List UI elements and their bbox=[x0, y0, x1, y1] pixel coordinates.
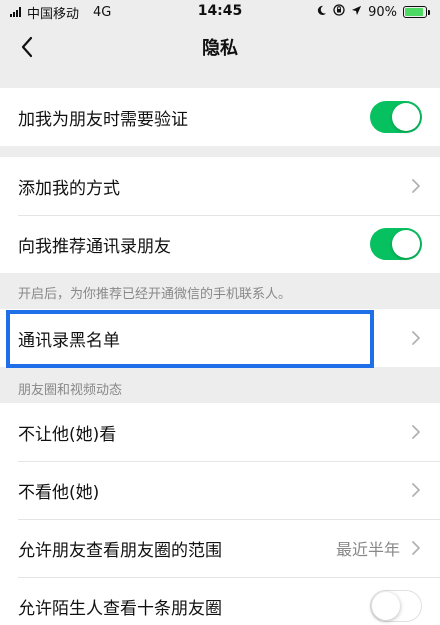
hide-my-posts-label: 不让他(她)看 bbox=[18, 424, 117, 445]
location-icon bbox=[351, 5, 362, 20]
recommend-row: 向我推荐通讯录朋友 bbox=[0, 215, 440, 273]
moments-section-title: 朋友圈和视频动态 bbox=[18, 383, 123, 398]
chevron-left-icon bbox=[21, 36, 33, 58]
signal-icon bbox=[10, 7, 21, 17]
hide-their-posts-row[interactable]: 不看他(她) bbox=[0, 461, 440, 519]
carrier-name: 中国移动 bbox=[27, 6, 80, 22]
chevron-right-icon bbox=[412, 483, 420, 497]
blacklist-row[interactable]: 通讯录黑名单 bbox=[0, 309, 440, 367]
blacklist-label: 通讯录黑名单 bbox=[18, 330, 120, 351]
battery-icon bbox=[403, 6, 430, 18]
chevron-right-icon bbox=[412, 179, 420, 193]
hide-my-posts-row[interactable]: 不让他(她)看 bbox=[0, 403, 440, 461]
stranger-view-label: 允许陌生人查看十条朋友圈 bbox=[18, 598, 222, 619]
rotation-lock-icon bbox=[333, 4, 345, 20]
moments-range-value: 最近半年 bbox=[335, 540, 400, 559]
back-button[interactable] bbox=[12, 32, 42, 62]
navigation-bar: 隐私 bbox=[0, 24, 440, 70]
moon-icon bbox=[316, 5, 327, 20]
verify-label: 加我为朋友时需要验证 bbox=[18, 109, 188, 130]
chevron-right-icon bbox=[412, 331, 420, 345]
chevron-right-icon bbox=[412, 425, 420, 439]
moments-range-label: 允许朋友查看朋友圈的范围 bbox=[18, 540, 222, 561]
hide-their-posts-label: 不看他(她) bbox=[18, 482, 100, 503]
verify-group: 加我为朋友时需要验证 bbox=[0, 88, 440, 146]
chevron-right-icon bbox=[412, 541, 420, 555]
status-bar: 中国移动 4G 14:45 90% bbox=[0, 0, 440, 24]
network-type: 4G bbox=[93, 4, 112, 20]
stranger-view-row: 允许陌生人查看十条朋友圈 bbox=[0, 577, 440, 625]
add-methods-group: 添加我的方式 向我推荐通讯录朋友 bbox=[0, 157, 440, 273]
stranger-view-toggle[interactable] bbox=[370, 590, 422, 622]
blacklist-group: 通讯录黑名单 bbox=[0, 309, 440, 367]
recommend-hint: 开启后，为你推荐已经开通微信的手机联系人。 bbox=[18, 287, 292, 302]
recommend-label: 向我推荐通讯录朋友 bbox=[18, 236, 171, 257]
recommend-toggle[interactable] bbox=[370, 228, 422, 260]
verify-toggle[interactable] bbox=[370, 101, 422, 133]
verify-row: 加我为朋友时需要验证 bbox=[0, 88, 440, 146]
page-title: 隐私 bbox=[202, 38, 238, 59]
add-methods-label: 添加我的方式 bbox=[18, 178, 120, 199]
moments-group: 不让他(她)看 不看他(她) 允许朋友查看朋友圈的范围 最近半年 允许陌生人查看… bbox=[0, 403, 440, 625]
add-methods-row[interactable]: 添加我的方式 bbox=[0, 157, 440, 215]
moments-range-row[interactable]: 允许朋友查看朋友圈的范围 最近半年 bbox=[0, 519, 440, 577]
battery-percent: 90% bbox=[368, 4, 397, 20]
